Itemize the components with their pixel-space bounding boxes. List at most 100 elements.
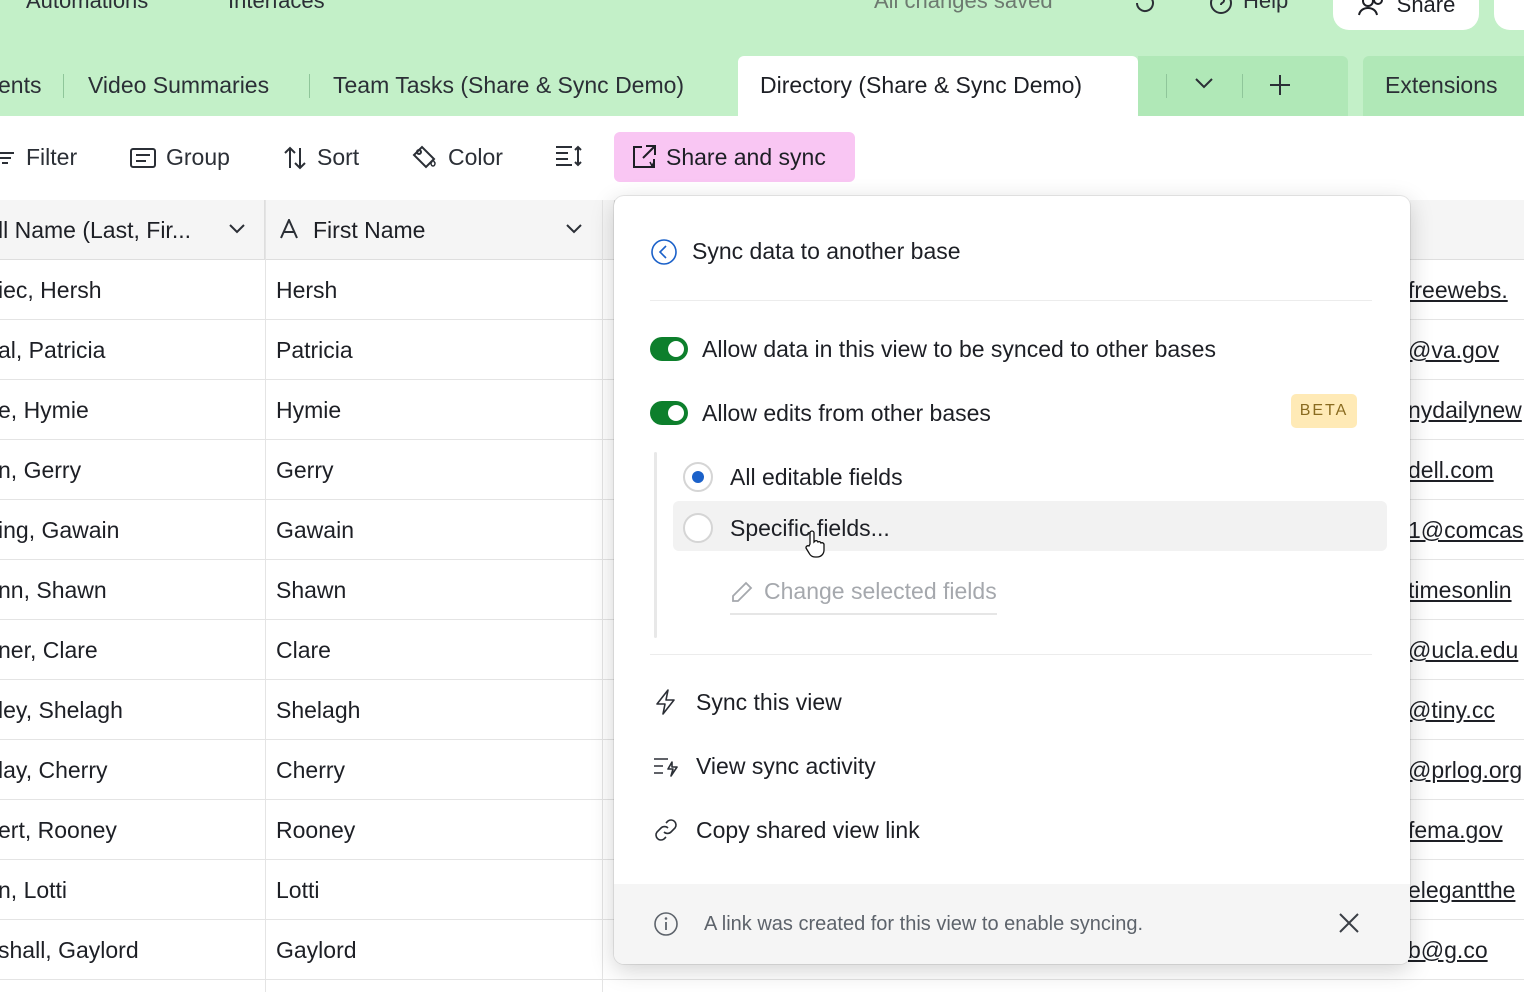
cell-first-name[interactable]: Gawain xyxy=(276,517,354,544)
history-icon[interactable] xyxy=(1132,0,1158,21)
tab-divider xyxy=(309,74,310,98)
cell-first-name[interactable]: Hymie xyxy=(276,397,341,424)
chevron-down-icon[interactable] xyxy=(228,222,246,240)
column-header-full-name[interactable]: ll Name (Last, Fir... xyxy=(0,200,265,260)
chevron-down-icon[interactable] xyxy=(565,222,583,240)
sort-button[interactable]: Sort xyxy=(283,144,359,171)
color-button[interactable]: Color xyxy=(410,144,503,171)
nav-interfaces[interactable]: Interfaces xyxy=(228,0,325,14)
all-fields-radio[interactable] xyxy=(683,462,713,492)
cell-first-name[interactable]: Gaylord xyxy=(276,937,357,964)
save-status: All changes saved xyxy=(874,0,1053,13)
cell-first-name[interactable]: Patricia xyxy=(276,337,353,364)
change-selected-fields-link[interactable]: Change selected fields xyxy=(730,578,997,615)
share-label: Share xyxy=(1396,0,1456,17)
popover-title: Sync data to another base xyxy=(692,238,961,264)
users-icon xyxy=(1357,0,1383,16)
change-selected-fields-label: Change selected fields xyxy=(764,578,997,604)
cell-email[interactable]: fema.gov xyxy=(1408,817,1503,844)
cell-first-name[interactable]: Lotti xyxy=(276,877,319,904)
filter-label: Filter xyxy=(26,144,78,170)
footer-message: A link was created for this view to enab… xyxy=(704,913,1144,935)
cell-first-name[interactable]: Shawn xyxy=(276,577,346,604)
group-button[interactable]: Group xyxy=(130,144,230,171)
cell-full-name[interactable]: ing, Gawain xyxy=(0,517,119,544)
cell-full-name[interactable]: iec, Hersh xyxy=(0,277,102,304)
copy-link-item[interactable]: Copy shared view link xyxy=(652,816,920,844)
sync-activity-icon xyxy=(654,758,678,777)
sync-this-view-label: Sync this view xyxy=(696,688,842,715)
cell-email[interactable]: @tiny.cc xyxy=(1408,697,1495,724)
cell-first-name[interactable]: Clare xyxy=(276,637,331,664)
extensions-button[interactable]: Extensions xyxy=(1363,56,1524,116)
nav-automations[interactable]: Automations xyxy=(26,0,148,14)
cell-first-name[interactable]: Rooney xyxy=(276,817,355,844)
tab-video-summaries[interactable]: Video Summaries xyxy=(88,72,269,99)
share-sync-popover: Sync data to another base Allow data in … xyxy=(614,196,1410,964)
column-header-email[interactable] xyxy=(1410,200,1524,260)
allow-sync-toggle[interactable] xyxy=(650,337,688,361)
cell-full-name[interactable]: e, Hymie xyxy=(0,397,89,424)
account-button[interactable] xyxy=(1494,0,1524,30)
share-and-sync-button[interactable]: Share and sync xyxy=(614,132,855,182)
cell-full-name[interactable]: n, Gerry xyxy=(0,457,81,484)
group-icon xyxy=(130,147,156,168)
filter-button[interactable]: Filter xyxy=(0,144,77,171)
paint-bucket-icon xyxy=(412,145,436,168)
popover-footer: A link was created for this view to enab… xyxy=(614,884,1410,964)
add-table-icon[interactable] xyxy=(1268,73,1292,102)
sync-this-view-item[interactable]: Sync this view xyxy=(652,688,842,716)
cell-full-name[interactable]: lay, Cherry xyxy=(0,757,108,784)
cell-full-name[interactable]: ert, Rooney xyxy=(0,817,117,844)
tab-divider xyxy=(1242,74,1243,98)
help-button[interactable]: Help xyxy=(1243,0,1288,14)
tab-directory-label: Directory (Share & Sync Demo) xyxy=(760,72,1083,98)
cell-full-name[interactable]: n, Lotti xyxy=(0,877,67,904)
lightning-icon xyxy=(656,689,675,715)
color-label: Color xyxy=(448,144,503,170)
cell-full-name[interactable]: ner, Clare xyxy=(0,637,98,664)
cell-first-name[interactable]: Hersh xyxy=(276,277,337,304)
hand-cursor-icon xyxy=(804,530,826,563)
allow-edits-toggle[interactable] xyxy=(650,401,688,425)
cell-email[interactable]: @va.gov xyxy=(1408,337,1499,364)
cell-email[interactable]: @ucla.edu xyxy=(1408,637,1518,664)
view-sync-activity-label: View sync activity xyxy=(696,752,876,779)
all-fields-label[interactable]: All editable fields xyxy=(730,464,903,491)
cell-email[interactable]: dell.com xyxy=(1408,457,1494,484)
cell-email[interactable]: elegantthe xyxy=(1408,877,1515,904)
chevron-down-icon[interactable] xyxy=(1194,76,1214,95)
cell-email[interactable]: 1@comcas xyxy=(1408,517,1523,544)
cell-full-name[interactable]: shall, Gaylord xyxy=(0,937,139,964)
view-sync-activity-item[interactable]: View sync activity xyxy=(652,752,876,780)
cell-email[interactable]: @prlog.org xyxy=(1408,757,1522,784)
cell-email[interactable]: b@g.co xyxy=(1408,937,1488,964)
tab-team-tasks[interactable]: Team Tasks (Share & Sync Demo) xyxy=(333,72,684,99)
tab-directory[interactable]: Directory (Share & Sync Demo) xyxy=(738,56,1138,116)
specific-fields-radio[interactable] xyxy=(683,513,713,543)
cell-full-name[interactable]: nn, Shawn xyxy=(0,577,107,604)
cell-full-name[interactable]: ley, Shelagh xyxy=(0,697,123,724)
row-height-icon xyxy=(556,145,582,167)
cell-first-name[interactable]: Gerry xyxy=(276,457,334,484)
cell-email[interactable]: nydailynew xyxy=(1408,397,1522,424)
row-height-button[interactable] xyxy=(555,144,583,168)
cell-email[interactable]: timesonlin xyxy=(1408,577,1512,604)
cell-email[interactable]: freewebs. xyxy=(1408,277,1508,304)
top-bar: Automations Interfaces All changes saved… xyxy=(0,0,1524,56)
pencil-icon xyxy=(732,581,753,602)
tab-divider xyxy=(63,74,64,98)
sort-label: Sort xyxy=(317,144,360,170)
help-icon[interactable] xyxy=(1208,0,1234,21)
cell-first-name[interactable]: Cherry xyxy=(276,757,345,784)
cell-first-name[interactable]: Shelagh xyxy=(276,697,360,724)
cell-full-name[interactable]: al, Patricia xyxy=(0,337,105,364)
allow-edits-label: Allow edits from other bases xyxy=(702,400,991,426)
close-icon[interactable] xyxy=(1336,910,1362,941)
view-toolbar: Filter Group Sort Color Share and sync xyxy=(0,116,1524,200)
share-sync-icon xyxy=(633,145,656,168)
back-arrow-icon[interactable] xyxy=(650,238,678,271)
share-button[interactable]: Share xyxy=(1333,0,1479,30)
column-header-first-name[interactable]: First Name xyxy=(265,200,615,260)
tab-ents[interactable]: ents xyxy=(0,72,41,99)
